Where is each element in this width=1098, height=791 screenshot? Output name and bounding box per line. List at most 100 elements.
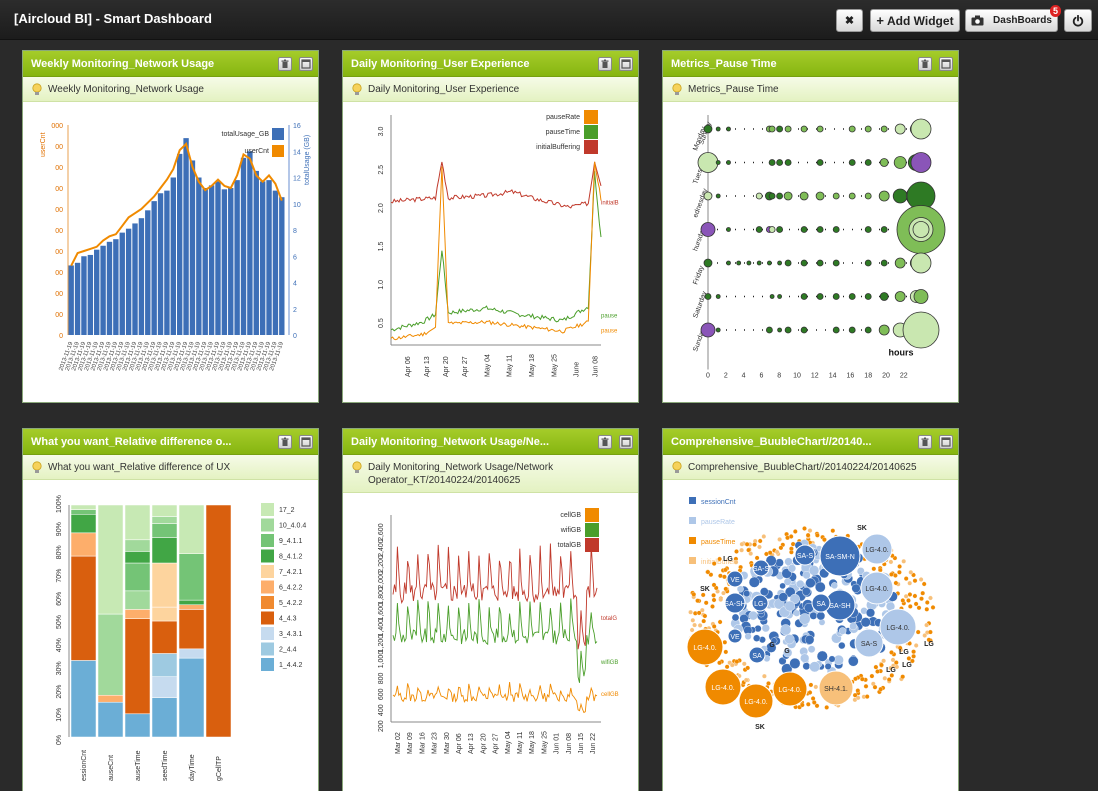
bubble bbox=[902, 311, 940, 349]
maximize-widget-button[interactable] bbox=[299, 57, 313, 71]
bubble-small bbox=[697, 623, 703, 628]
widget-title: Daily Monitoring_User Experience bbox=[351, 58, 530, 70]
bubble-label: LG-4.0. bbox=[778, 687, 801, 694]
bubble-small bbox=[903, 576, 909, 581]
widget-header[interactable]: Daily Monitoring_Network Usage/Ne... bbox=[343, 429, 638, 455]
delete-widget-button[interactable] bbox=[278, 435, 292, 449]
bar-segment bbox=[97, 701, 124, 738]
maximize-widget-button[interactable] bbox=[939, 57, 953, 71]
bubble-label: SA bbox=[816, 601, 826, 608]
y2-tick-label: 4 bbox=[293, 281, 297, 288]
x-tick-label: Mar 02 bbox=[395, 732, 402, 754]
y2-axis-label: totalUsage (GB) bbox=[304, 135, 311, 185]
legend-swatch bbox=[584, 140, 598, 154]
bar-segment bbox=[151, 516, 178, 524]
delete-widget-button[interactable] bbox=[918, 57, 932, 71]
widget-header[interactable]: What you want_Relative difference o... bbox=[23, 429, 318, 455]
delete-widget-button[interactable] bbox=[598, 435, 612, 449]
widget-header[interactable]: Metrics_Pause Time bbox=[663, 51, 958, 77]
dashboards-button[interactable]: DashBoards 5 bbox=[965, 5, 1061, 32]
bubble-small bbox=[724, 664, 730, 670]
bar bbox=[94, 249, 100, 335]
legend-label: totalGB bbox=[558, 542, 582, 549]
y-tick-label: 00 bbox=[55, 186, 63, 193]
x-tick-label: Apr 13 bbox=[468, 733, 475, 754]
widget-header[interactable]: Weekly Monitoring_Network Usage bbox=[23, 51, 318, 77]
add-widget-button[interactable]: + Add Widget bbox=[870, 9, 960, 32]
bar bbox=[259, 181, 266, 335]
bubble bbox=[700, 322, 716, 338]
legend-swatch bbox=[584, 110, 598, 124]
maximize-widget-button[interactable] bbox=[619, 435, 633, 449]
widget-header[interactable]: Comprehensive_BuubleChart//20140... bbox=[663, 429, 958, 455]
bubble-label: SK bbox=[755, 724, 765, 731]
x-tick-label: Mar 09 bbox=[407, 732, 414, 754]
x-tick-label: 20 bbox=[882, 373, 890, 380]
bubble-small bbox=[689, 627, 695, 633]
y2-tick-label: 0 bbox=[293, 333, 297, 340]
bubble bbox=[783, 191, 793, 201]
bubble-small bbox=[800, 653, 810, 663]
legend-swatch bbox=[261, 534, 274, 547]
bubble bbox=[776, 226, 783, 233]
bubble-small bbox=[828, 655, 836, 663]
legend-label: cellGB bbox=[560, 512, 581, 519]
bubble-small bbox=[853, 676, 858, 682]
widget-header[interactable]: Daily Monitoring_User Experience bbox=[343, 51, 638, 77]
bar-segment bbox=[178, 657, 205, 738]
bubble bbox=[776, 192, 783, 200]
bubble bbox=[864, 226, 872, 233]
widget-daily-network-usage-operator: Daily Monitoring_Network Usage/Ne... Dail… bbox=[342, 428, 639, 791]
bubble-small bbox=[743, 677, 749, 683]
bubble bbox=[848, 326, 856, 334]
line-pausetime bbox=[390, 171, 602, 332]
bar bbox=[240, 157, 247, 335]
legend-swatch bbox=[261, 627, 274, 640]
maximize-widget-button[interactable] bbox=[939, 435, 953, 449]
widget-metrics-pause-time: Metrics_Pause Time Metrics_Pause Time Sund… bbox=[662, 50, 959, 403]
delete-widget-button[interactable] bbox=[598, 57, 612, 71]
bubble-small bbox=[711, 597, 717, 603]
x-tick-label: seedTime bbox=[162, 750, 169, 781]
bubble-small bbox=[752, 542, 757, 547]
bubble bbox=[910, 252, 932, 274]
bubble bbox=[880, 125, 888, 133]
maximize-widget-button[interactable] bbox=[299, 435, 313, 449]
widget-subtitle-bar: Daily Monitoring_User Experience bbox=[343, 77, 638, 102]
plus-icon: + bbox=[876, 13, 885, 28]
bubble-small bbox=[882, 675, 888, 681]
bubble-small bbox=[838, 627, 847, 635]
bubble-small bbox=[761, 623, 770, 633]
bubble-label: LG bbox=[886, 667, 896, 674]
close-button[interactable]: ✖ bbox=[836, 9, 863, 32]
widget-title: Weekly Monitoring_Network Usage bbox=[31, 58, 215, 70]
delete-widget-button[interactable] bbox=[278, 57, 292, 71]
bubble-small bbox=[745, 665, 751, 671]
close-icon: ✖ bbox=[844, 15, 855, 27]
bubble-small bbox=[879, 662, 884, 668]
bar bbox=[151, 201, 157, 335]
bubble bbox=[800, 226, 808, 233]
bar bbox=[81, 256, 87, 335]
line-pauserate bbox=[390, 161, 602, 341]
bubble-small bbox=[869, 673, 875, 679]
bubble bbox=[879, 292, 889, 301]
bubble bbox=[767, 260, 772, 266]
maximize-widget-button[interactable] bbox=[619, 57, 633, 71]
bubble-small bbox=[748, 551, 754, 556]
bubble-small bbox=[779, 582, 786, 590]
widget-weekly-network-usage: Weekly Monitoring_Network Usage Weekly Mo… bbox=[22, 50, 319, 403]
delete-widget-button[interactable] bbox=[918, 435, 932, 449]
widget-relative-difference-ux: What you want_Relative difference o... Wh… bbox=[22, 428, 319, 791]
relative-difference-chart: 0% 10% 20% 30% 40% 50% 60% 70% 80% 90% 100% essionC… bbox=[56, 495, 306, 781]
power-button[interactable] bbox=[1064, 9, 1092, 32]
bubble-small bbox=[711, 561, 717, 566]
widget-daily-user-experience: Daily Monitoring_User Experience Daily Mo… bbox=[342, 50, 639, 403]
app-title: [Aircloud BI] - Smart Dashboard bbox=[14, 11, 212, 26]
legend-label: 4_4.3 bbox=[279, 616, 297, 623]
y-tick-label: 00 bbox=[55, 249, 63, 256]
x-tick-label: gCellTP bbox=[216, 756, 223, 781]
trash-icon bbox=[601, 59, 609, 68]
x-tick-label: May 25 bbox=[551, 354, 558, 377]
bubble bbox=[864, 192, 872, 200]
